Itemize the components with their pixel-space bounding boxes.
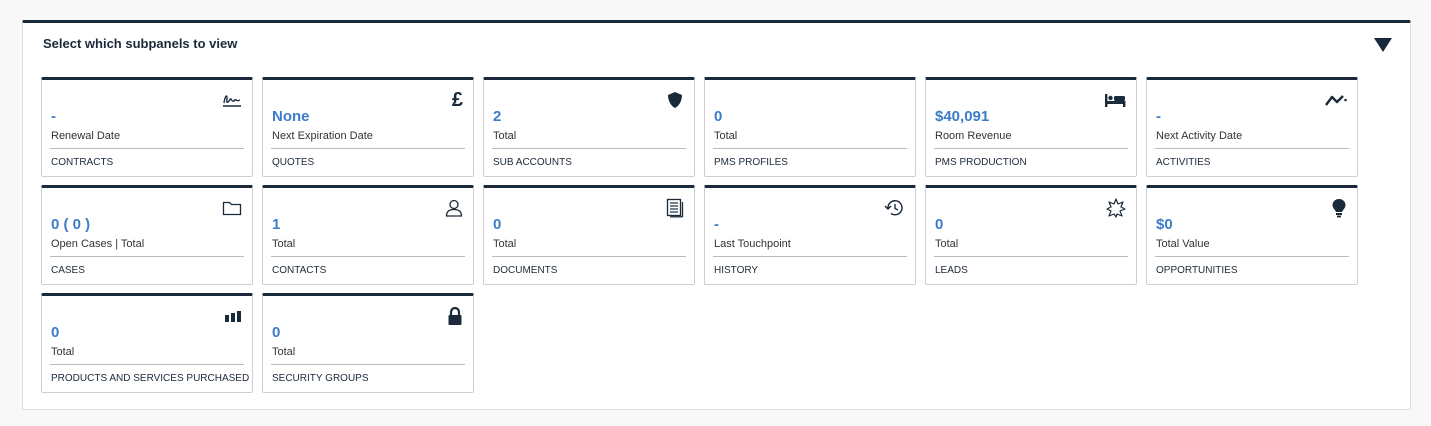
tile-module: OPPORTUNITIES (1156, 265, 1238, 276)
tile-label: Renewal Date (51, 130, 121, 142)
lightbulb-icon (1325, 198, 1347, 218)
tile-contacts[interactable]: 1 Total CONTACTS (262, 185, 474, 285)
divider (934, 256, 1128, 257)
tile-label: Room Revenue (935, 130, 1012, 142)
divider (50, 256, 244, 257)
tile-value: - (51, 108, 56, 125)
divider (492, 256, 686, 257)
pound-icon: £ (441, 90, 463, 110)
divider (1155, 148, 1349, 149)
pound-glyph: £ (451, 89, 463, 111)
subpanel-grid: - Renewal Date CONTRACTS £ None Next Exp… (41, 77, 1358, 393)
tile-module: PMS PROFILES (714, 157, 788, 168)
divider (492, 148, 686, 149)
tile-label: Total (493, 238, 517, 250)
tile-label: Total (51, 346, 75, 358)
activity-trend-icon (1325, 90, 1347, 110)
star-burst-icon (1104, 198, 1126, 218)
divider (1155, 256, 1349, 257)
divider (713, 148, 907, 149)
tile-value: None (272, 108, 310, 125)
tile-documents[interactable]: 0 Total DOCUMENTS (483, 185, 695, 285)
tile-products-services[interactable]: 0 Total PRODUCTS AND SERVICES PURCHASED (41, 293, 253, 393)
documents-icon (662, 198, 684, 218)
tile-value: $40,091 (935, 108, 990, 125)
tile-quotes[interactable]: £ None Next Expiration Date QUOTES (262, 77, 474, 177)
tile-label: Total Value (1156, 238, 1210, 250)
divider (271, 148, 465, 149)
tile-value: 0 (714, 108, 723, 125)
signature-icon (220, 90, 242, 110)
tile-value: 0 (272, 324, 281, 341)
divider (713, 256, 907, 257)
tile-activities[interactable]: - Next Activity Date ACTIVITIES (1146, 77, 1358, 177)
tile-leads[interactable]: 0 Total LEADS (925, 185, 1137, 285)
tile-module: CASES (51, 265, 85, 276)
tile-module: QUOTES (272, 157, 315, 168)
tile-module: PRODUCTS AND SERVICES PURCHASED (51, 373, 250, 384)
tile-security-groups[interactable]: 0 Total SECURITY GROUPS (262, 293, 474, 393)
divider (271, 364, 465, 365)
tile-contracts[interactable]: - Renewal Date CONTRACTS (41, 77, 253, 177)
tile-history[interactable]: - Last Touchpoint HISTORY (704, 185, 916, 285)
divider (271, 256, 465, 257)
divider (50, 364, 244, 365)
tile-label: Last Touchpoint (714, 238, 791, 250)
tile-label: Open Cases | Total (51, 238, 145, 250)
panel-title: Select which subpanels to view (43, 36, 238, 51)
tile-value: - (714, 216, 719, 233)
tile-value: 2 (493, 108, 502, 125)
tile-module: HISTORY (714, 265, 759, 276)
tile-sub-accounts[interactable]: 2 Total SUB ACCOUNTS (483, 77, 695, 177)
tile-label: Next Activity Date (1156, 130, 1243, 142)
tile-pms-production[interactable]: $40,091 Room Revenue PMS PRODUCTION (925, 77, 1137, 177)
tile-label: Total (935, 238, 959, 250)
collapse-toggle-icon[interactable] (1374, 38, 1392, 52)
tile-pms-profiles[interactable]: 0 Total PMS PROFILES (704, 77, 916, 177)
tile-module: SUB ACCOUNTS (493, 157, 572, 168)
person-icon (441, 198, 463, 218)
tile-label: Total (493, 130, 517, 142)
tile-value: 0 ( 0 ) (51, 216, 91, 233)
bar-chart-icon (220, 306, 242, 326)
tile-label: Total (714, 130, 738, 142)
lock-icon (441, 306, 463, 326)
tile-label: Next Expiration Date (272, 130, 373, 142)
tile-module: DOCUMENTS (493, 265, 558, 276)
history-icon (883, 198, 905, 218)
tile-label: Total (272, 346, 296, 358)
tile-opportunities[interactable]: $0 Total Value OPPORTUNITIES (1146, 185, 1358, 285)
subpanel-selector: Select which subpanels to view - Renewal… (22, 20, 1411, 410)
tile-value: $0 (1156, 216, 1173, 233)
tile-value: 0 (493, 216, 502, 233)
shield-icon (662, 90, 684, 110)
tile-cases[interactable]: 0 ( 0 ) Open Cases | Total CASES (41, 185, 253, 285)
tile-module: ACTIVITIES (1156, 157, 1211, 168)
tile-value: 0 (51, 324, 60, 341)
tile-value: 1 (272, 216, 281, 233)
tile-module: SECURITY GROUPS (272, 373, 369, 384)
tile-value: - (1156, 108, 1161, 125)
bed-icon (1104, 90, 1126, 110)
divider (50, 148, 244, 149)
tile-label: Total (272, 238, 296, 250)
folder-icon (220, 198, 242, 218)
tile-module: CONTRACTS (51, 157, 114, 168)
tile-module: PMS PRODUCTION (935, 157, 1027, 168)
tile-module: CONTACTS (272, 265, 327, 276)
tile-module: LEADS (935, 265, 968, 276)
tile-value: 0 (935, 216, 944, 233)
divider (934, 148, 1128, 149)
